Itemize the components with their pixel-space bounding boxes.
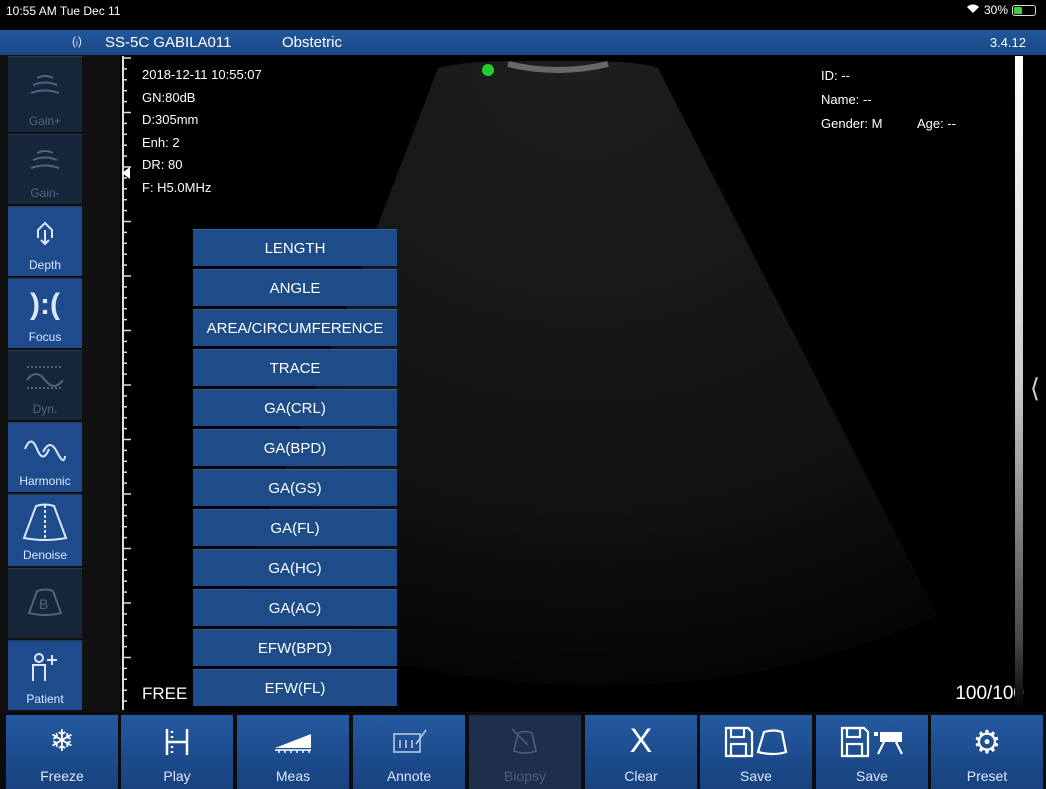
- menu-item-area-circumference[interactable]: AREA/CIRCUMFERENCE: [193, 309, 397, 346]
- freeze-button[interactable]: ❄ Freeze: [6, 715, 118, 789]
- harmonic-icon: [23, 423, 67, 474]
- menu-item-ga-ac[interactable]: GA(AC): [193, 589, 397, 626]
- scan-gain: GN:80dB: [142, 89, 196, 105]
- save-cine-button[interactable]: Save: [816, 715, 928, 789]
- dynamic-range-button[interactable]: Dyn.: [8, 350, 82, 420]
- battery-percent: 30%: [983, 3, 1008, 17]
- gain-plus-icon: [27, 57, 63, 114]
- scan-dynamic-range: DR: 80: [142, 157, 183, 172]
- patient-gender: Gender: M: [821, 116, 883, 131]
- preset-button[interactable]: ⚙ Preset: [931, 715, 1043, 789]
- save-cine-label: Save: [856, 768, 888, 784]
- biopsy-icon: [510, 715, 540, 768]
- device-name: SS-5C GABILA011: [105, 34, 232, 51]
- patient-info: ID: -- Name: -- Gender: M Age: --: [821, 64, 956, 136]
- biopsy-button[interactable]: Biopsy: [469, 715, 581, 789]
- menu-item-efw-fl[interactable]: EFW(FL): [193, 669, 397, 706]
- gain-minus-icon: [27, 135, 63, 186]
- live-indicator-dot: [482, 64, 494, 76]
- scan-frequency: F: H5.0MHz: [142, 179, 212, 195]
- denoise-label: Denoise: [22, 548, 68, 562]
- snowflake-icon: ❄: [49, 725, 75, 758]
- scan-depth: D:305mm: [142, 112, 199, 127]
- harmonic-label: Harmonic: [19, 474, 71, 488]
- play-cine-icon: [163, 715, 191, 768]
- depth-icon: [30, 207, 60, 258]
- menu-item-ga-crl[interactable]: GA(CRL): [193, 389, 397, 426]
- free-label: FREE: [142, 684, 188, 703]
- app-header: (ᵢ) SS-5C GABILA011 Obstetric 3.4.12: [0, 30, 1046, 55]
- status-bar: 10:55 AM Tue Dec 11 30%: [0, 0, 1046, 20]
- depth-label: Depth: [28, 258, 62, 272]
- clear-label: Clear: [624, 768, 658, 784]
- dynamic-range-label: Dyn.: [32, 402, 58, 416]
- menu-item-efw-bpd[interactable]: EFW(BPD): [193, 629, 397, 666]
- menu-item-trace[interactable]: TRACE: [193, 349, 397, 386]
- menu-item-angle[interactable]: ANGLE: [193, 269, 397, 306]
- svg-text:B: B: [39, 596, 48, 612]
- play-button[interactable]: Play: [121, 715, 233, 789]
- menu-item-ga-gs[interactable]: GA(GS): [193, 469, 397, 506]
- focus-button[interactable]: ):( Focus: [8, 278, 82, 348]
- scan-datetime: 2018-12-11 10:55:07: [142, 67, 262, 82]
- wifi-icon: [966, 3, 980, 17]
- status-time: 10:55 AM Tue Dec 11: [6, 4, 121, 18]
- dynamic-range-icon: [25, 351, 65, 402]
- meas-button[interactable]: Meas: [237, 715, 349, 789]
- patient-name: Name: --: [821, 92, 872, 107]
- biopsy-label: Biopsy: [503, 768, 547, 784]
- clear-button[interactable]: X Clear: [585, 715, 697, 789]
- menu-item-ga-fl[interactable]: GA(FL): [193, 509, 397, 546]
- grayscale-bar: [1015, 56, 1023, 710]
- b-mode-icon: B: [25, 569, 65, 634]
- play-label: Play: [163, 768, 191, 784]
- save-image-icon: [724, 715, 788, 768]
- gain-plus-label: Gain+: [28, 114, 62, 128]
- annotate-icon: [390, 715, 428, 768]
- scan-enhance: Enh: 2: [142, 134, 180, 150]
- status-right: 30%: [966, 3, 1036, 17]
- b-mode-button[interactable]: B: [8, 568, 82, 638]
- freeze-label: Freeze: [40, 768, 84, 784]
- ruler-measure-icon: [273, 715, 313, 768]
- exam-mode-selector[interactable]: Obstetric: [282, 34, 342, 51]
- save-image-button[interactable]: Save: [700, 715, 812, 789]
- measurement-menu: LENGTH ANGLE AREA/CIRCUMFERENCE TRACE GA…: [193, 229, 397, 709]
- menu-item-ga-bpd[interactable]: GA(BPD): [193, 429, 397, 466]
- denoise-icon: [20, 495, 70, 548]
- focus-icon: ):(: [30, 287, 60, 321]
- gain-plus-button[interactable]: Gain+: [8, 56, 82, 132]
- battery-icon: [1012, 4, 1036, 16]
- meas-label: Meas: [275, 768, 311, 784]
- annote-button[interactable]: Annote: [353, 715, 465, 789]
- bottom-toolbar: ❄ Freeze Play Meas Annote Biopsy X Clear…: [0, 712, 1046, 789]
- depth-ruler: [122, 56, 136, 710]
- scan-parameters: 2018-12-11 10:55:07 GN:80dB D:305mm Enh:…: [142, 64, 262, 199]
- patient-icon: [28, 641, 62, 692]
- clear-x-icon: X: [629, 722, 653, 760]
- patient-label: Patient: [26, 692, 64, 706]
- app-version: 3.4.12: [989, 35, 1026, 50]
- preset-label: Preset: [966, 768, 1008, 784]
- menu-item-length[interactable]: LENGTH: [193, 229, 397, 266]
- menu-item-ga-hc[interactable]: GA(HC): [193, 549, 397, 586]
- frame-count: 100/100: [955, 683, 1024, 704]
- patient-button[interactable]: Patient: [8, 640, 82, 710]
- gain-minus-label: Gain-: [30, 186, 60, 200]
- left-toolbar: Gain+ Gain- Depth ):( Focus Dyn. Harmoni…: [0, 55, 120, 712]
- harmonic-button[interactable]: Harmonic: [8, 422, 82, 492]
- annote-label: Annote: [386, 768, 432, 784]
- gear-icon: ⚙: [972, 723, 1002, 760]
- denoise-button[interactable]: Denoise: [8, 494, 82, 566]
- probe-signal-icon: (ᵢ): [72, 34, 82, 48]
- save-cine-icon: [840, 715, 904, 768]
- side-panel-handle-icon[interactable]: ⟨: [1026, 358, 1044, 418]
- save-image-label: Save: [740, 768, 772, 784]
- patient-id: ID: --: [821, 68, 850, 83]
- patient-age: Age: --: [916, 116, 956, 131]
- focus-label: Focus: [28, 330, 62, 344]
- depth-button[interactable]: Depth: [8, 206, 82, 276]
- gain-minus-button[interactable]: Gain-: [8, 134, 82, 204]
